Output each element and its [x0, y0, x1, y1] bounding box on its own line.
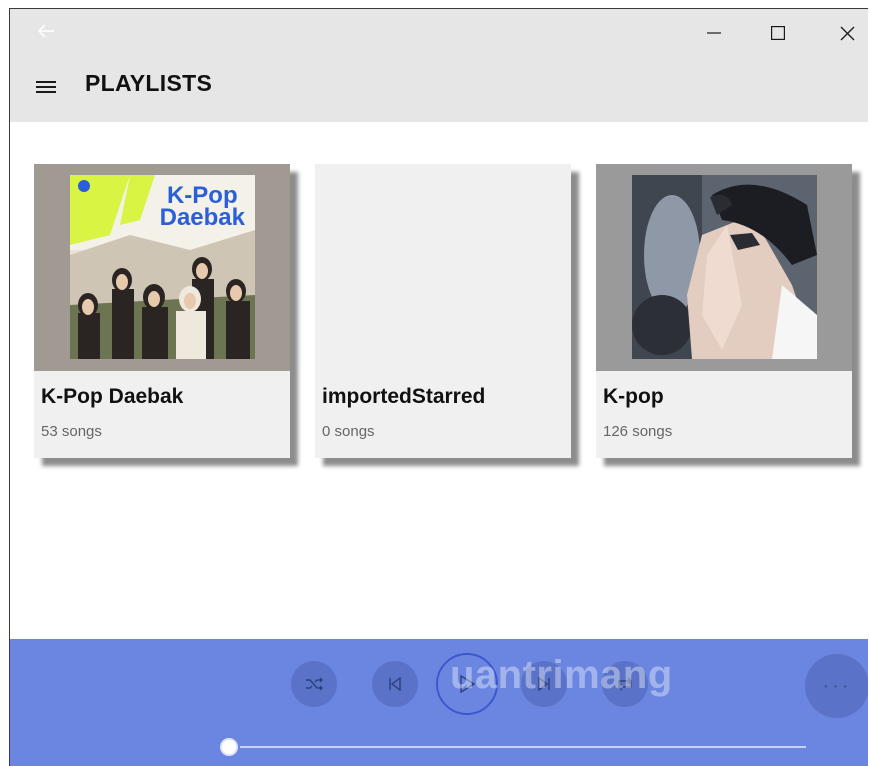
cover-title-line2: Daebak: [159, 204, 245, 231]
shuffle-button[interactable]: [291, 661, 337, 707]
maximize-icon: [771, 26, 785, 40]
progress-track[interactable]: [240, 746, 806, 748]
playlist-song-count: 0 songs: [322, 423, 375, 440]
back-button[interactable]: [32, 21, 60, 45]
maximize-button[interactable]: [755, 17, 801, 49]
watermark: uantrimang: [450, 653, 673, 697]
playlist-song-count: 53 songs: [41, 423, 102, 440]
playlist-name: importedStarred: [322, 385, 486, 408]
playlist-name: K-pop: [603, 385, 664, 408]
page-title: PLAYLISTS: [85, 70, 213, 96]
progress-thumb[interactable]: [220, 738, 238, 756]
playlist-card-kpop-daebak[interactable]: K-Pop Daebak K-Pop Daebak 53 songs: [34, 164, 290, 458]
cover-image: [632, 175, 817, 359]
arrow-left-icon: [37, 24, 54, 38]
cover-image: K-Pop Daebak: [70, 175, 255, 359]
shuffle-icon: [306, 677, 323, 691]
minimize-icon: [707, 32, 721, 34]
previous-track-icon: [389, 677, 401, 691]
app-window: PLAYLISTS K-Pop Daebak K-Pop Daebak 53 s…: [9, 8, 868, 766]
hamburger-icon[interactable]: [34, 77, 58, 97]
playlist-song-count: 126 songs: [603, 423, 673, 440]
title-bar: PLAYLISTS: [10, 9, 868, 122]
playlist-card-imported-starred[interactable]: importedStarred 0 songs: [315, 164, 571, 458]
cover-title: K-Pop Daebak: [159, 184, 245, 231]
close-button[interactable]: [824, 17, 868, 49]
player-bar: uantrimang ···: [10, 639, 868, 766]
minimize-button[interactable]: [691, 17, 737, 49]
playlist-cover: [596, 164, 852, 371]
playlist-name: K-Pop Daebak: [41, 385, 184, 408]
playlist-cover: K-Pop Daebak: [34, 164, 290, 371]
close-icon: [840, 26, 854, 40]
previous-button[interactable]: [372, 661, 418, 707]
more-button[interactable]: ···: [805, 654, 868, 718]
playlist-card-kpop[interactable]: K-pop 126 songs: [596, 164, 852, 458]
